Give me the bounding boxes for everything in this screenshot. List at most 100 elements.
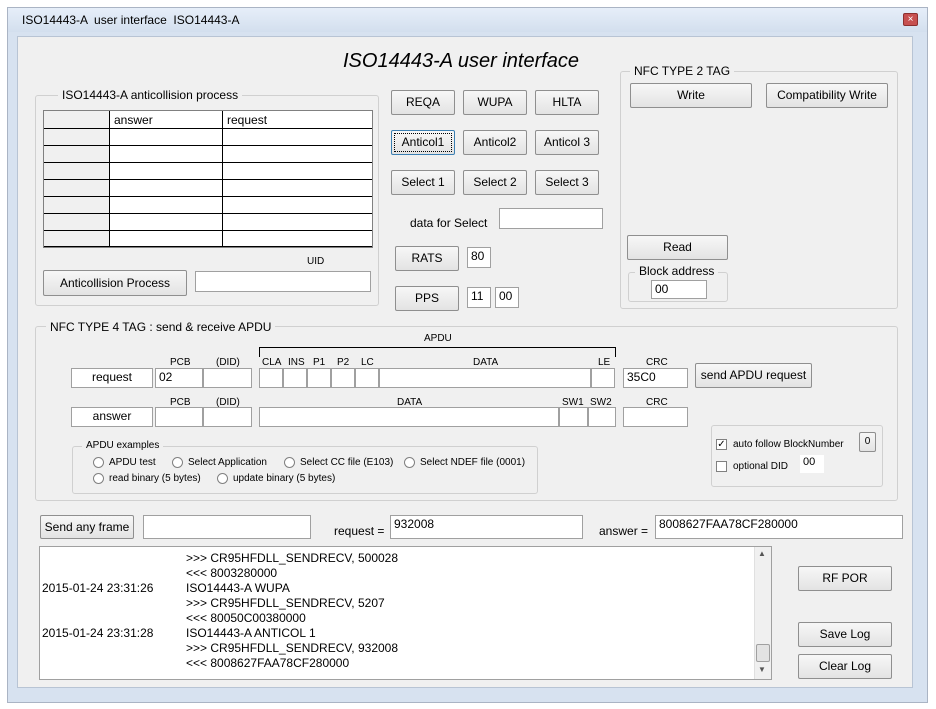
radio-select-cc-file[interactable]	[284, 457, 295, 468]
header-lc: LC	[361, 357, 374, 368]
auto-follow-checkbox[interactable]: ✓	[716, 439, 727, 450]
read-button[interactable]: Read	[627, 235, 728, 260]
header-did: (DID)	[216, 357, 240, 368]
select1-button[interactable]: Select 1	[391, 170, 455, 195]
radio-select-application-label: Select Application	[188, 457, 267, 468]
request-lc-field[interactable]	[355, 368, 379, 388]
header-p2: P2	[337, 357, 350, 368]
select2-button[interactable]: Select 2	[463, 170, 527, 195]
radio-select-ndef-file-label: Select NDEF file (0001)	[420, 457, 526, 468]
log-text: ISO14443-A WUPA	[186, 581, 290, 595]
request-p1-field[interactable]	[307, 368, 331, 388]
log-time: 2015-01-24 23:31:28	[42, 626, 154, 640]
log-area[interactable]: >>> CR95HFDLL_SENDRECV, 500028 <<< 80032…	[39, 546, 772, 680]
clear-log-button[interactable]: Clear Log	[798, 654, 892, 679]
request-le-field[interactable]	[591, 368, 615, 388]
request-row-label: request	[71, 368, 153, 388]
anticollision-table[interactable]: answer request	[43, 110, 373, 248]
send-apdu-request-button[interactable]: send APDU request	[695, 363, 812, 388]
log-scrollbar[interactable]: ▲ ▼	[754, 547, 771, 679]
wupa-button[interactable]: WUPA	[463, 90, 527, 115]
close-button[interactable]: ×	[903, 13, 918, 26]
log-text: >>> CR95HFDLL_SENDRECV, 932008	[186, 641, 399, 655]
anticollision-process-button[interactable]: Anticollision Process	[43, 270, 187, 296]
frame-input[interactable]	[143, 515, 311, 539]
column-header-answer: answer	[114, 113, 153, 127]
request-field[interactable]: 932008	[390, 515, 583, 539]
answer-pcb-field[interactable]	[155, 407, 203, 427]
request-crc-field[interactable]: 35C0	[623, 368, 688, 388]
request-ins-field[interactable]	[283, 368, 307, 388]
reqa-button[interactable]: REQA	[391, 90, 455, 115]
scroll-down-icon[interactable]: ▼	[758, 665, 766, 674]
grid-hline	[44, 246, 372, 247]
apdu-examples-group	[72, 446, 538, 494]
rats-button[interactable]: RATS	[395, 246, 459, 271]
grid-hline	[44, 128, 372, 129]
column-header-request: request	[227, 113, 268, 127]
rf-por-button[interactable]: RF POR	[798, 566, 892, 591]
answer-crc-field[interactable]	[623, 407, 688, 427]
data-for-select-field[interactable]	[499, 208, 603, 229]
answer-label: answer =	[599, 524, 649, 538]
optional-did-label: optional DID	[733, 461, 789, 472]
save-log-button[interactable]: Save Log	[798, 622, 892, 647]
anticol2-button[interactable]: Anticol2	[463, 130, 527, 155]
optional-did-checkbox[interactable]	[716, 461, 727, 472]
rats-field[interactable]: 80	[467, 247, 491, 268]
log-text: <<< 8003280000	[186, 566, 278, 580]
radio-select-application[interactable]	[172, 457, 183, 468]
hlta-button[interactable]: HLTA	[535, 90, 599, 115]
grid-hline	[44, 230, 372, 231]
answer-sw2-field[interactable]	[588, 407, 616, 427]
grid-hline	[44, 179, 372, 180]
block-address-field[interactable]: 00	[651, 280, 707, 299]
header-pcb: PCB	[170, 357, 191, 368]
uid-field[interactable]	[195, 271, 371, 292]
page-title: ISO14443-A user interface	[343, 50, 580, 72]
header-p1: P1	[313, 357, 326, 368]
optional-did-field[interactable]: 00	[800, 455, 824, 473]
block-number-value[interactable]: 0	[859, 432, 876, 452]
radio-read-binary-label: read binary (5 bytes)	[109, 473, 201, 484]
request-pcb-field[interactable]: 02	[155, 368, 203, 388]
request-label: request =	[334, 524, 385, 538]
grid-hline	[44, 196, 372, 197]
radio-update-binary[interactable]	[217, 473, 228, 484]
anticol3-button[interactable]: Anticol 3	[535, 130, 599, 155]
radio-update-binary-label: update binary (5 bytes)	[233, 473, 336, 484]
nfc4-group-label: NFC TYPE 4 TAG : send & receive APDU	[46, 320, 276, 334]
request-cla-field[interactable]	[259, 368, 283, 388]
log-time: 2015-01-24 23:31:26	[42, 581, 154, 595]
answer-sw1-field[interactable]	[559, 407, 588, 427]
write-button[interactable]: Write	[630, 83, 752, 108]
nfc2-group-label: NFC TYPE 2 TAG	[630, 64, 735, 78]
pps-button[interactable]: PPS	[395, 286, 459, 311]
apdu-examples-label: APDU examples	[82, 440, 164, 451]
uid-label: UID	[307, 256, 325, 267]
header-cla: CLA	[262, 357, 282, 368]
header-data: DATA	[473, 357, 499, 368]
window-title: ISO14443-A user interface ISO14443-A	[22, 13, 240, 27]
anticol1-button[interactable]: Anticol1	[391, 130, 455, 155]
pps-field-1[interactable]: 11	[467, 287, 491, 308]
answer-did-field[interactable]	[203, 407, 252, 427]
radio-read-binary[interactable]	[93, 473, 104, 484]
request-p2-field[interactable]	[331, 368, 355, 388]
request-did-field[interactable]	[203, 368, 252, 388]
request-data-field[interactable]	[379, 368, 591, 388]
apdu-bracket	[259, 347, 616, 357]
radio-select-ndef-file[interactable]	[404, 457, 415, 468]
send-any-frame-button[interactable]: Send any frame	[40, 515, 134, 539]
scroll-up-icon[interactable]: ▲	[758, 549, 766, 558]
grid-hline	[44, 213, 372, 214]
select3-button[interactable]: Select 3	[535, 170, 599, 195]
radio-apdu-test[interactable]	[93, 457, 104, 468]
scroll-thumb[interactable]	[756, 644, 770, 662]
answer-field[interactable]: 8008627FAA78CF280000	[655, 515, 903, 539]
compatibility-write-button[interactable]: Compatibility Write	[766, 83, 888, 108]
log-text: >>> CR95HFDLL_SENDRECV, 500028	[186, 551, 399, 565]
answer-data-field[interactable]	[259, 407, 559, 427]
header-crc: CRC	[646, 357, 668, 368]
pps-field-2[interactable]: 00	[495, 287, 519, 308]
